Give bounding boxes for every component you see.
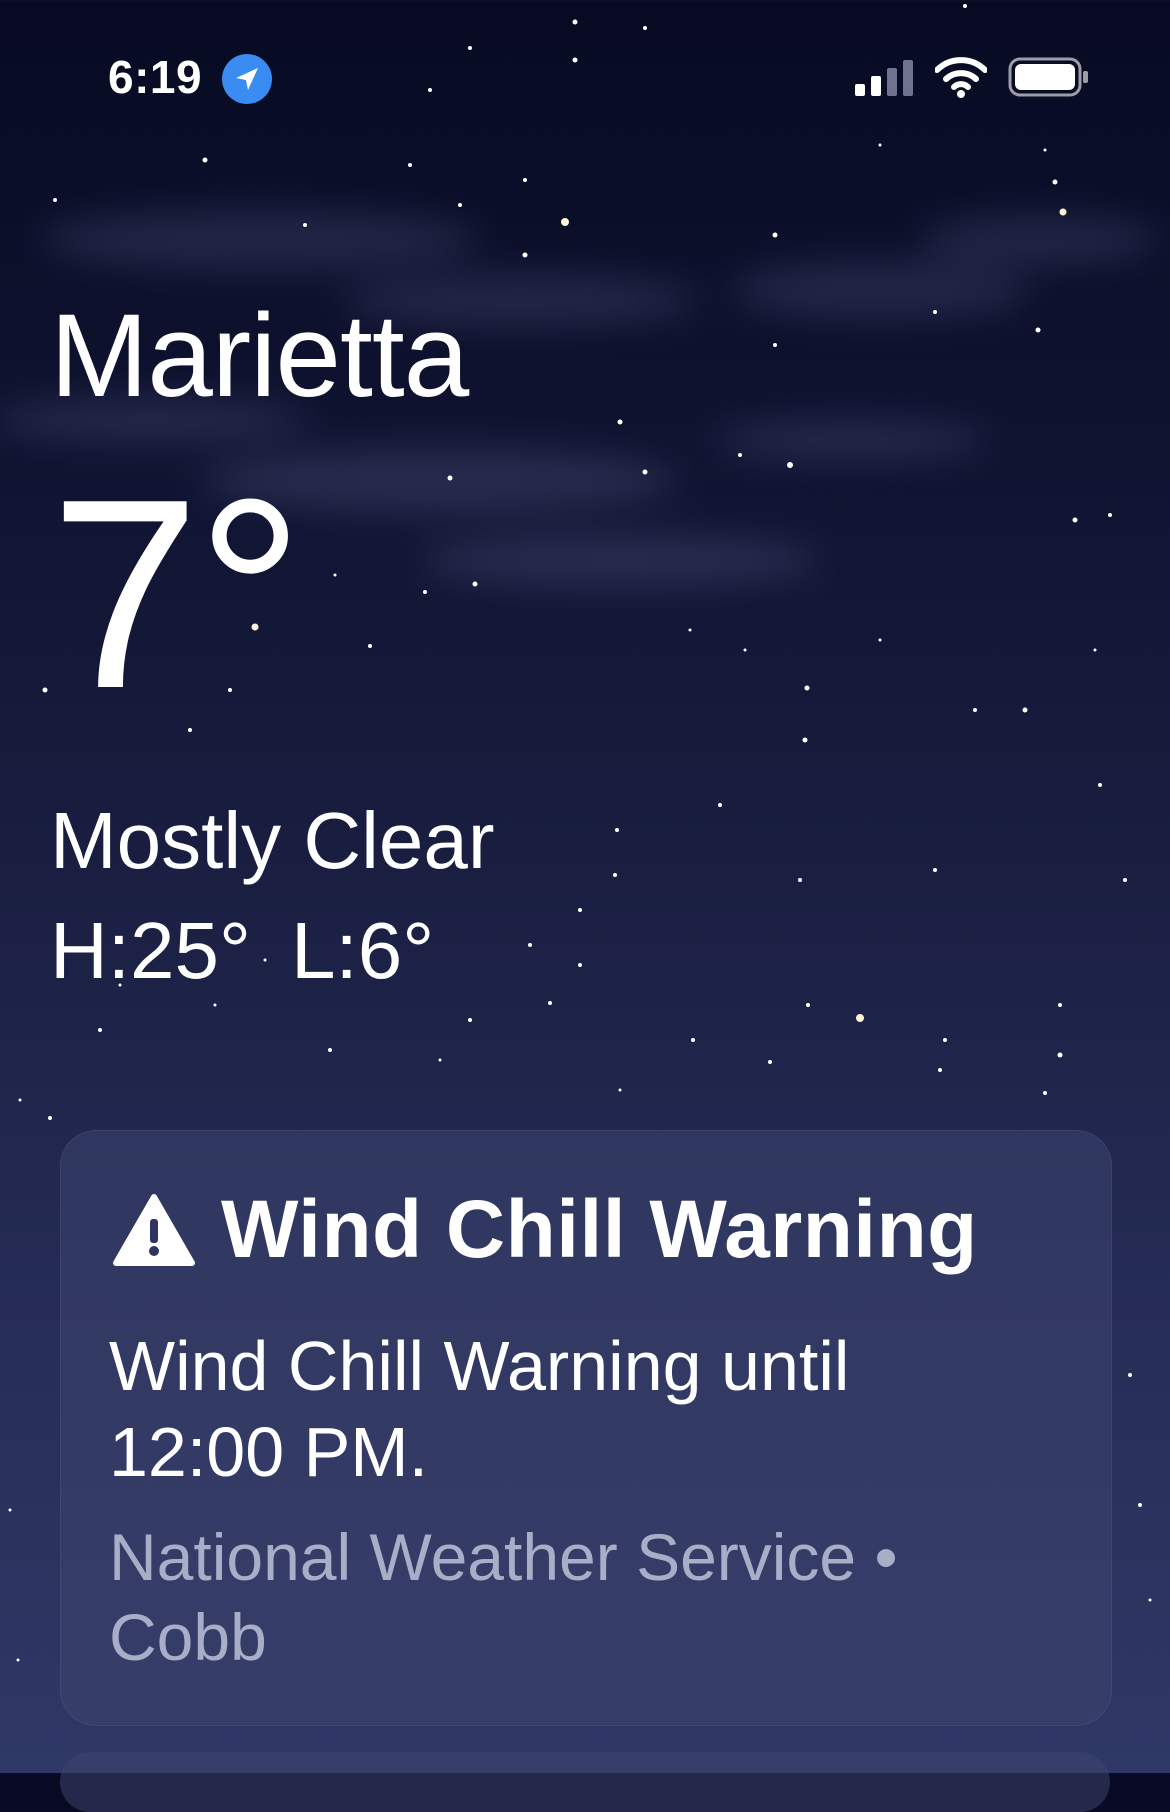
warning-triangle-icon	[113, 1194, 195, 1266]
current-temperature: 7°	[50, 444, 304, 745]
status-time: 6:19	[108, 51, 203, 103]
alert-description: Wind Chill Warning until 12:00 PM.	[109, 1327, 850, 1491]
severe-weather-alert-card[interactable]: Wind Chill Warning Wind Chill Warning un…	[60, 1130, 1112, 1726]
wifi-icon	[935, 57, 987, 98]
high-temp: H:25°	[50, 906, 251, 995]
alert-title: Wind Chill Warning	[221, 1184, 978, 1275]
next-module-card[interactable]	[60, 1752, 1110, 1812]
high-low-temps: H:25° L:6°	[50, 905, 434, 997]
low-temp: L:6°	[290, 906, 435, 995]
status-bar: 6:19	[0, 0, 1170, 160]
alert-header: Wind Chill Warning	[113, 1183, 978, 1277]
alert-source: National Weather Service • Cobb	[109, 1520, 898, 1674]
cellular-signal-icon	[855, 60, 913, 96]
battery-icon	[1008, 57, 1088, 97]
weather-condition: Mostly Clear	[50, 796, 495, 885]
location-arrow-icon	[222, 54, 272, 104]
city-name: Marietta	[50, 290, 469, 422]
